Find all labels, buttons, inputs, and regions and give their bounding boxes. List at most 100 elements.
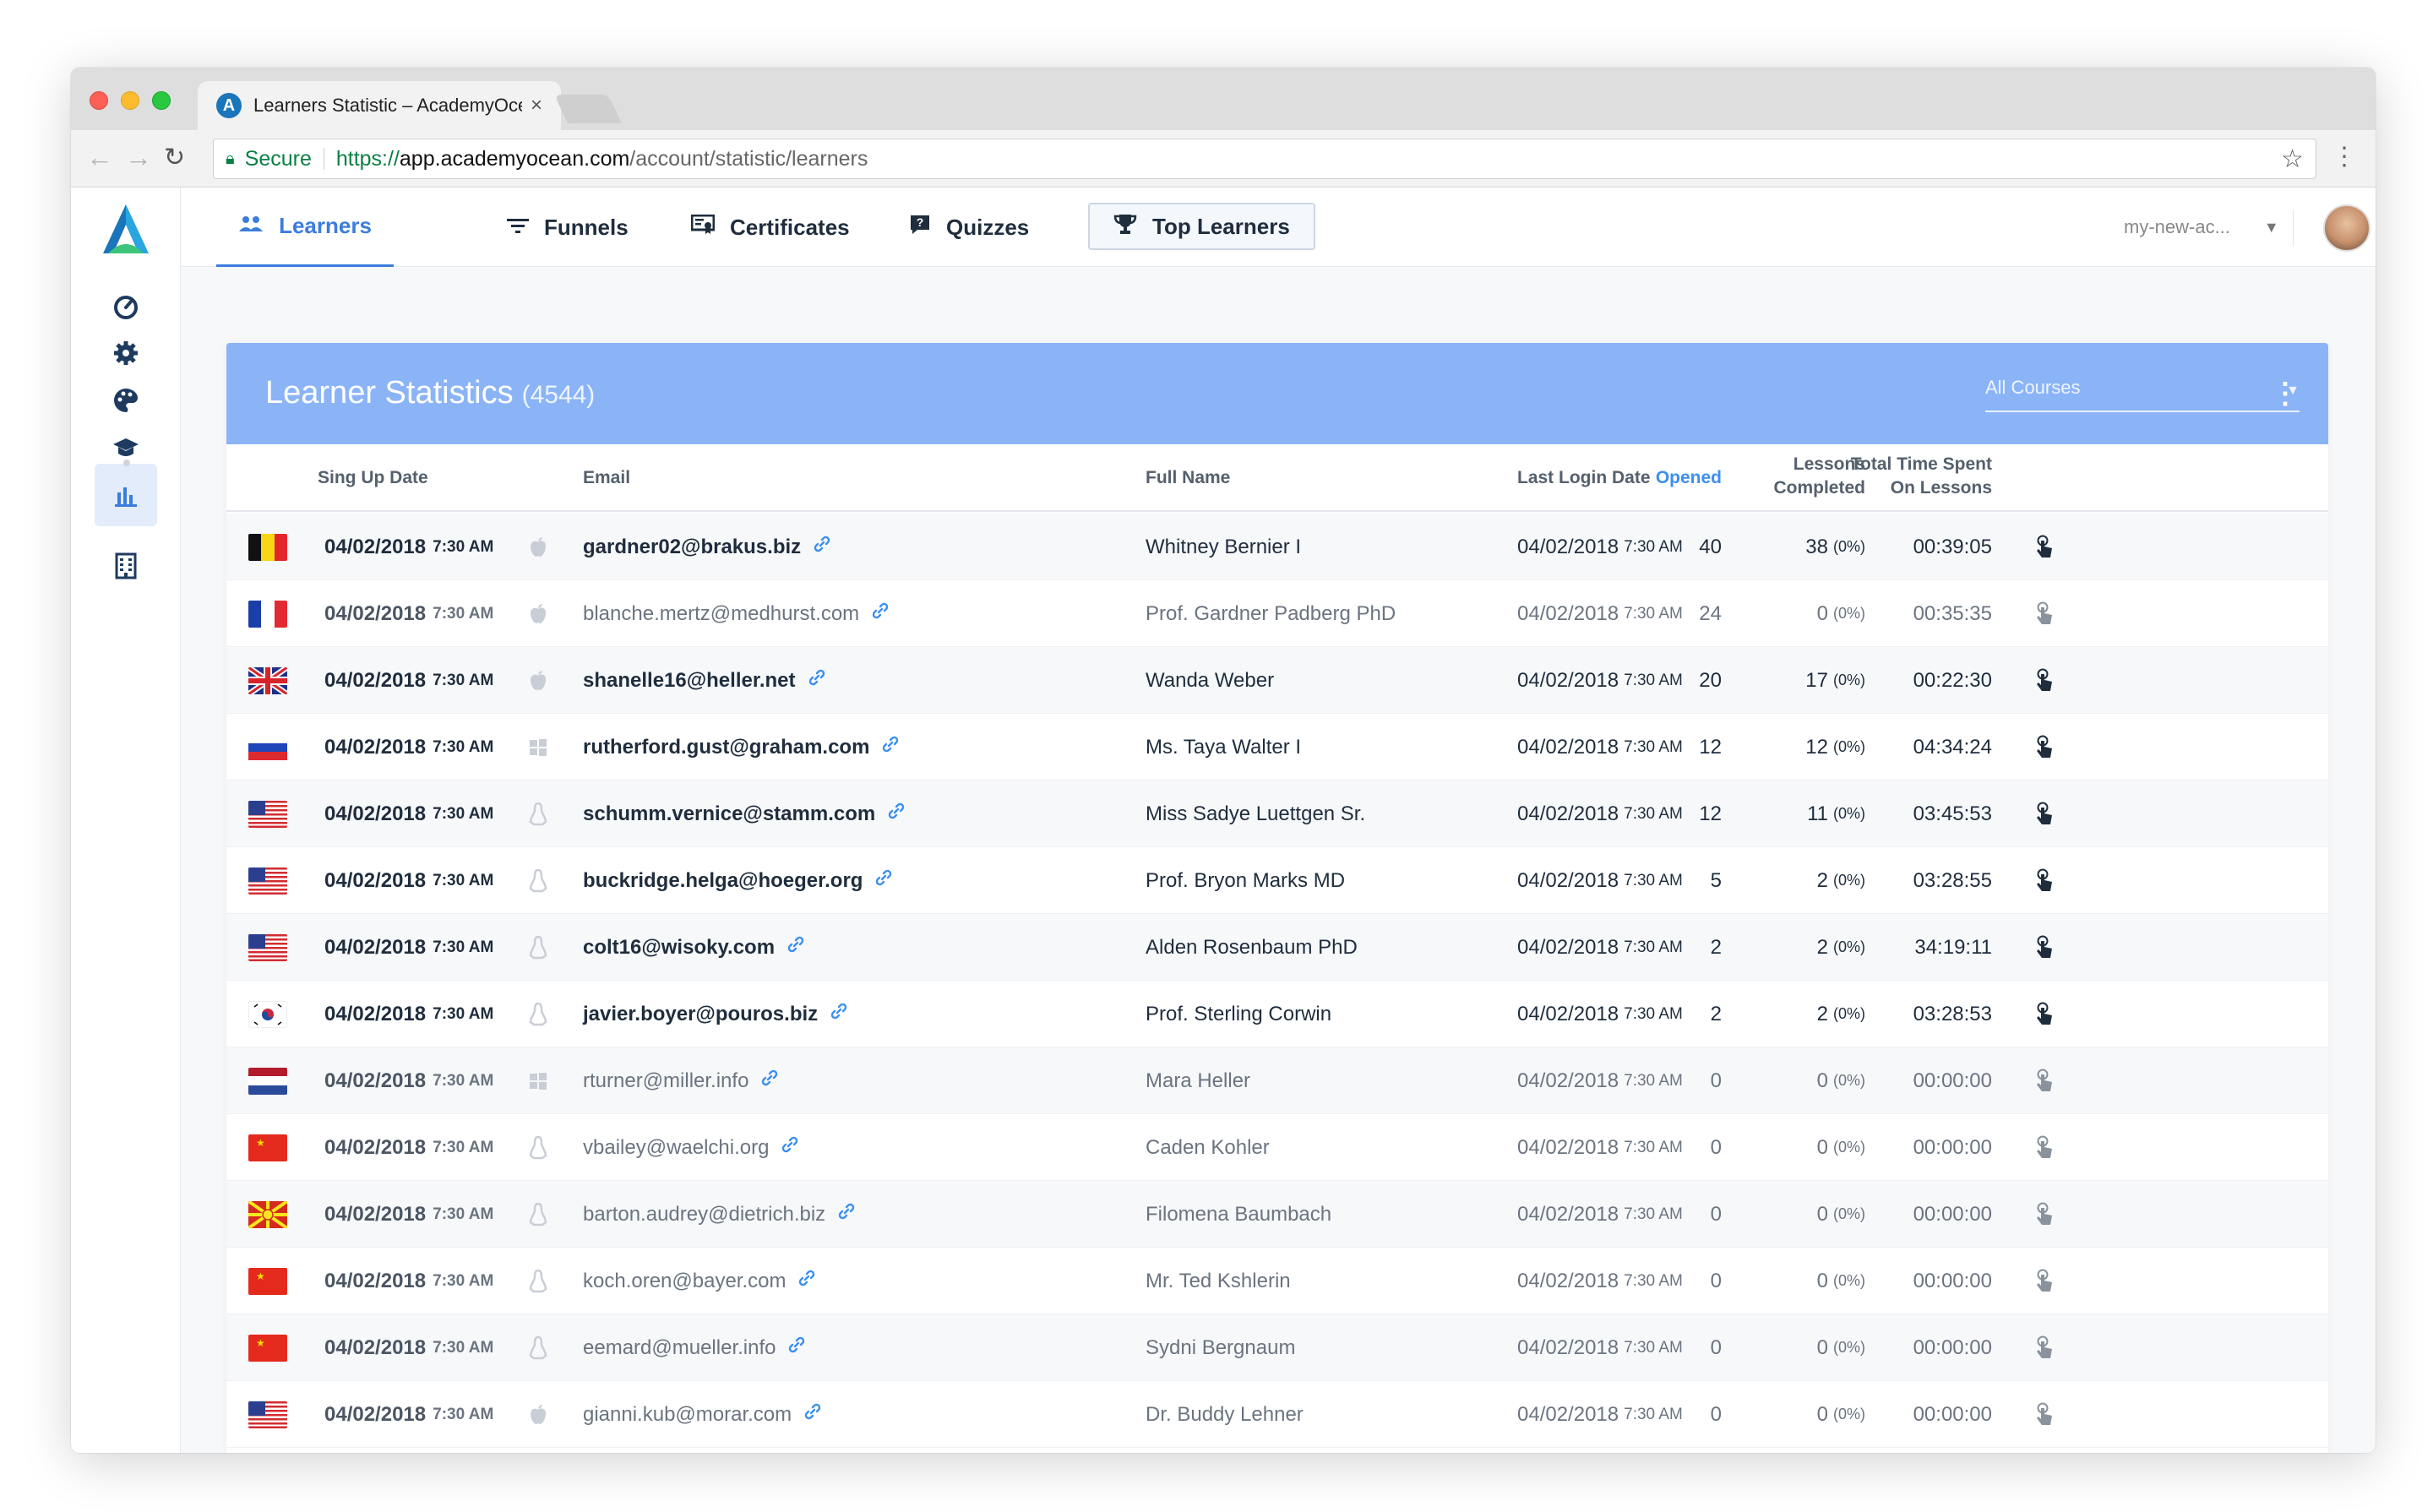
signup-date-value: 04/02/2018 (324, 1002, 427, 1025)
touch-activity-icon[interactable] (2034, 647, 2055, 714)
touch-activity-icon[interactable] (2034, 714, 2055, 780)
account-selector[interactable]: my-new-ac... ▼ (2124, 188, 2279, 267)
signup-time-value: 7:30 AM (433, 1071, 494, 1090)
maximize-window-button[interactable] (152, 91, 171, 110)
col-time-line2: On Lessons (1890, 478, 1992, 498)
touch-activity-icon[interactable] (2034, 1248, 2055, 1314)
card-more-menu-icon[interactable]: ⋮ (2271, 377, 2300, 411)
table-row[interactable]: ★ 04/02/2018 7:30 AM vbailey@waelchi.org Cad… (226, 1114, 2328, 1181)
back-arrow-icon[interactable]: ← (86, 142, 113, 173)
signup-date-value: 04/02/2018 (324, 1202, 427, 1226)
col-signup-date[interactable]: Sing Up Date (318, 468, 428, 488)
learner-email[interactable]: gardner02@brakus.biz (583, 514, 831, 580)
minimize-window-button[interactable] (121, 91, 139, 110)
table-row[interactable]: 04/02/2018 7:30 AM blanche.mertz@medhurst.… (226, 580, 2328, 647)
table-row[interactable]: 04/02/2018 7:30 AM gardner02@brakus.biz Whi… (226, 514, 2328, 580)
learner-email[interactable]: shanelle16@heller.net (583, 647, 826, 714)
learner-email[interactable]: colt16@wisoky.com (583, 914, 805, 981)
learner-email[interactable]: eemard@mueller.info (583, 1314, 806, 1381)
lessons-completed: 12 (0%) (1739, 714, 1865, 780)
linux-os-icon (529, 1314, 547, 1381)
tab-top-learners[interactable]: Top Learners (1088, 203, 1315, 250)
link-icon[interactable] (874, 868, 893, 893)
building-icon[interactable] (101, 541, 151, 591)
tab-funnels[interactable]: Funnels (507, 188, 629, 267)
link-icon[interactable] (881, 735, 900, 759)
touch-activity-icon[interactable] (2034, 1381, 2055, 1448)
learner-email[interactable]: vbailey@waelchi.org (583, 1114, 799, 1181)
link-icon[interactable] (787, 935, 805, 960)
browser-menu-icon[interactable]: ⋮ (2332, 142, 2357, 171)
touch-activity-icon[interactable] (2034, 780, 2055, 847)
tab-learners[interactable]: Learners (216, 188, 394, 267)
learner-email[interactable]: rturner@miller.info (583, 1047, 779, 1114)
learner-email[interactable]: blanche.mertz@medhurst.com (583, 580, 890, 647)
table-row[interactable]: ★ 04/02/2018 7:30 AM eemard@mueller.info Syd… (226, 1314, 2328, 1381)
bookmark-star-icon[interactable]: ☆ (2281, 144, 2304, 174)
apple-os-icon (529, 647, 547, 714)
learner-email[interactable]: barton.audrey@dietrich.biz (583, 1181, 856, 1248)
learner-email[interactable]: javier.boyer@pouros.biz (583, 981, 848, 1047)
touch-activity-icon[interactable] (2034, 1047, 2055, 1114)
forward-arrow-icon[interactable]: → (125, 142, 152, 173)
lessons-completed: 0 (0%) (1739, 1248, 1865, 1314)
table-row[interactable]: 04/02/2018 7:30 AM rturner@miller.info Mara… (226, 1047, 2328, 1114)
signup-date-value: 04/02/2018 (324, 1335, 427, 1359)
learner-email[interactable]: buckridge.helga@hoeger.org (583, 847, 893, 914)
touch-activity-icon[interactable] (2034, 514, 2055, 580)
link-icon[interactable] (871, 601, 890, 626)
link-icon[interactable] (803, 1402, 822, 1427)
settings-gear-icon[interactable] (101, 328, 151, 378)
touch-activity-icon[interactable] (2034, 981, 2055, 1047)
user-avatar[interactable] (2323, 204, 2370, 252)
link-icon[interactable] (808, 668, 826, 693)
link-icon[interactable] (787, 1335, 806, 1360)
palette-icon[interactable] (101, 375, 151, 426)
touch-activity-icon[interactable] (2034, 580, 2055, 647)
table-row[interactable]: 04/02/2018 7:30 AM colt16@wisoky.com Alden … (226, 914, 2328, 981)
touch-activity-icon[interactable] (2034, 914, 2055, 981)
link-icon[interactable] (837, 1202, 856, 1226)
statistics-bar-chart-icon[interactable] (95, 464, 157, 526)
browser-tab[interactable]: A Learners Statistic – AcademyOcean × (198, 81, 561, 130)
table-row[interactable]: 04/02/2018 7:30 AM gianni.kub@morar.com Dr.… (226, 1381, 2328, 1448)
touch-activity-icon[interactable] (2034, 1114, 2055, 1181)
link-icon[interactable] (887, 802, 906, 826)
touch-activity-icon[interactable] (2034, 847, 2055, 914)
dashboard-gauge-icon[interactable] (101, 280, 151, 331)
link-icon[interactable] (781, 1135, 799, 1160)
table-row[interactable]: 04/02/2018 7:30 AM buckridge.helga@hoeger.… (226, 847, 2328, 914)
table-row[interactable]: 04/02/2018 7:30 AM shanelle16@heller.net Wa… (226, 647, 2328, 714)
link-icon[interactable] (830, 1002, 848, 1026)
touch-activity-icon[interactable] (2034, 1314, 2055, 1381)
tab-quizzes[interactable]: ? Quizzes (909, 188, 1029, 267)
academyocean-logo-icon[interactable] (96, 201, 155, 260)
link-icon[interactable] (797, 1269, 816, 1293)
learner-email[interactable]: rutherford.gust@graham.com (583, 714, 900, 780)
tab-certificates[interactable]: Certificates (690, 188, 850, 267)
time-spent: 00:35:35 (1913, 601, 1992, 625)
table-row[interactable]: 04/02/2018 7:30 AM barton.audrey@dietrich.… (226, 1181, 2328, 1248)
table-row[interactable]: ★ 04/02/2018 7:30 AM koch.oren@bayer.com Mr.… (226, 1248, 2328, 1314)
learner-email[interactable]: schumm.vernice@stamm.com (583, 780, 906, 847)
table-row[interactable]: 04/02/2018 7:30 AM rutherford.gust@graham.… (226, 714, 2328, 780)
country-flag-icon: ★ (248, 1248, 287, 1314)
learner-email[interactable]: koch.oren@bayer.com (583, 1248, 816, 1314)
course-filter-select[interactable]: All Courses ▼ (1985, 377, 2300, 412)
lessons-completed-value: 0 (1816, 1135, 1828, 1159)
link-icon[interactable] (813, 535, 831, 559)
close-window-button[interactable] (90, 91, 108, 110)
tab-close-icon[interactable]: × (531, 94, 542, 117)
reload-icon[interactable]: ↻ (164, 143, 185, 172)
new-tab-button[interactable] (554, 95, 622, 123)
link-icon[interactable] (760, 1069, 779, 1093)
table-row[interactable]: 04/02/2018 7:30 AM schumm.vernice@stamm.co… (226, 780, 2328, 847)
learner-email[interactable]: gianni.kub@morar.com (583, 1381, 822, 1448)
table-row[interactable]: 04/02/2018 7:30 AM javier.boyer@pouros.biz… (226, 981, 2328, 1047)
col-email[interactable]: Email (583, 468, 630, 488)
lessons-completed-percent: (0%) (1832, 1339, 1865, 1356)
url-input[interactable]: 🔒︎ Secure https:// app.academyocean.com … (213, 139, 2316, 179)
col-full-name[interactable]: Full Name (1146, 468, 1230, 488)
col-total-time[interactable]: Total Time Spent On Lessons (1823, 454, 1992, 498)
touch-activity-icon[interactable] (2034, 1181, 2055, 1248)
